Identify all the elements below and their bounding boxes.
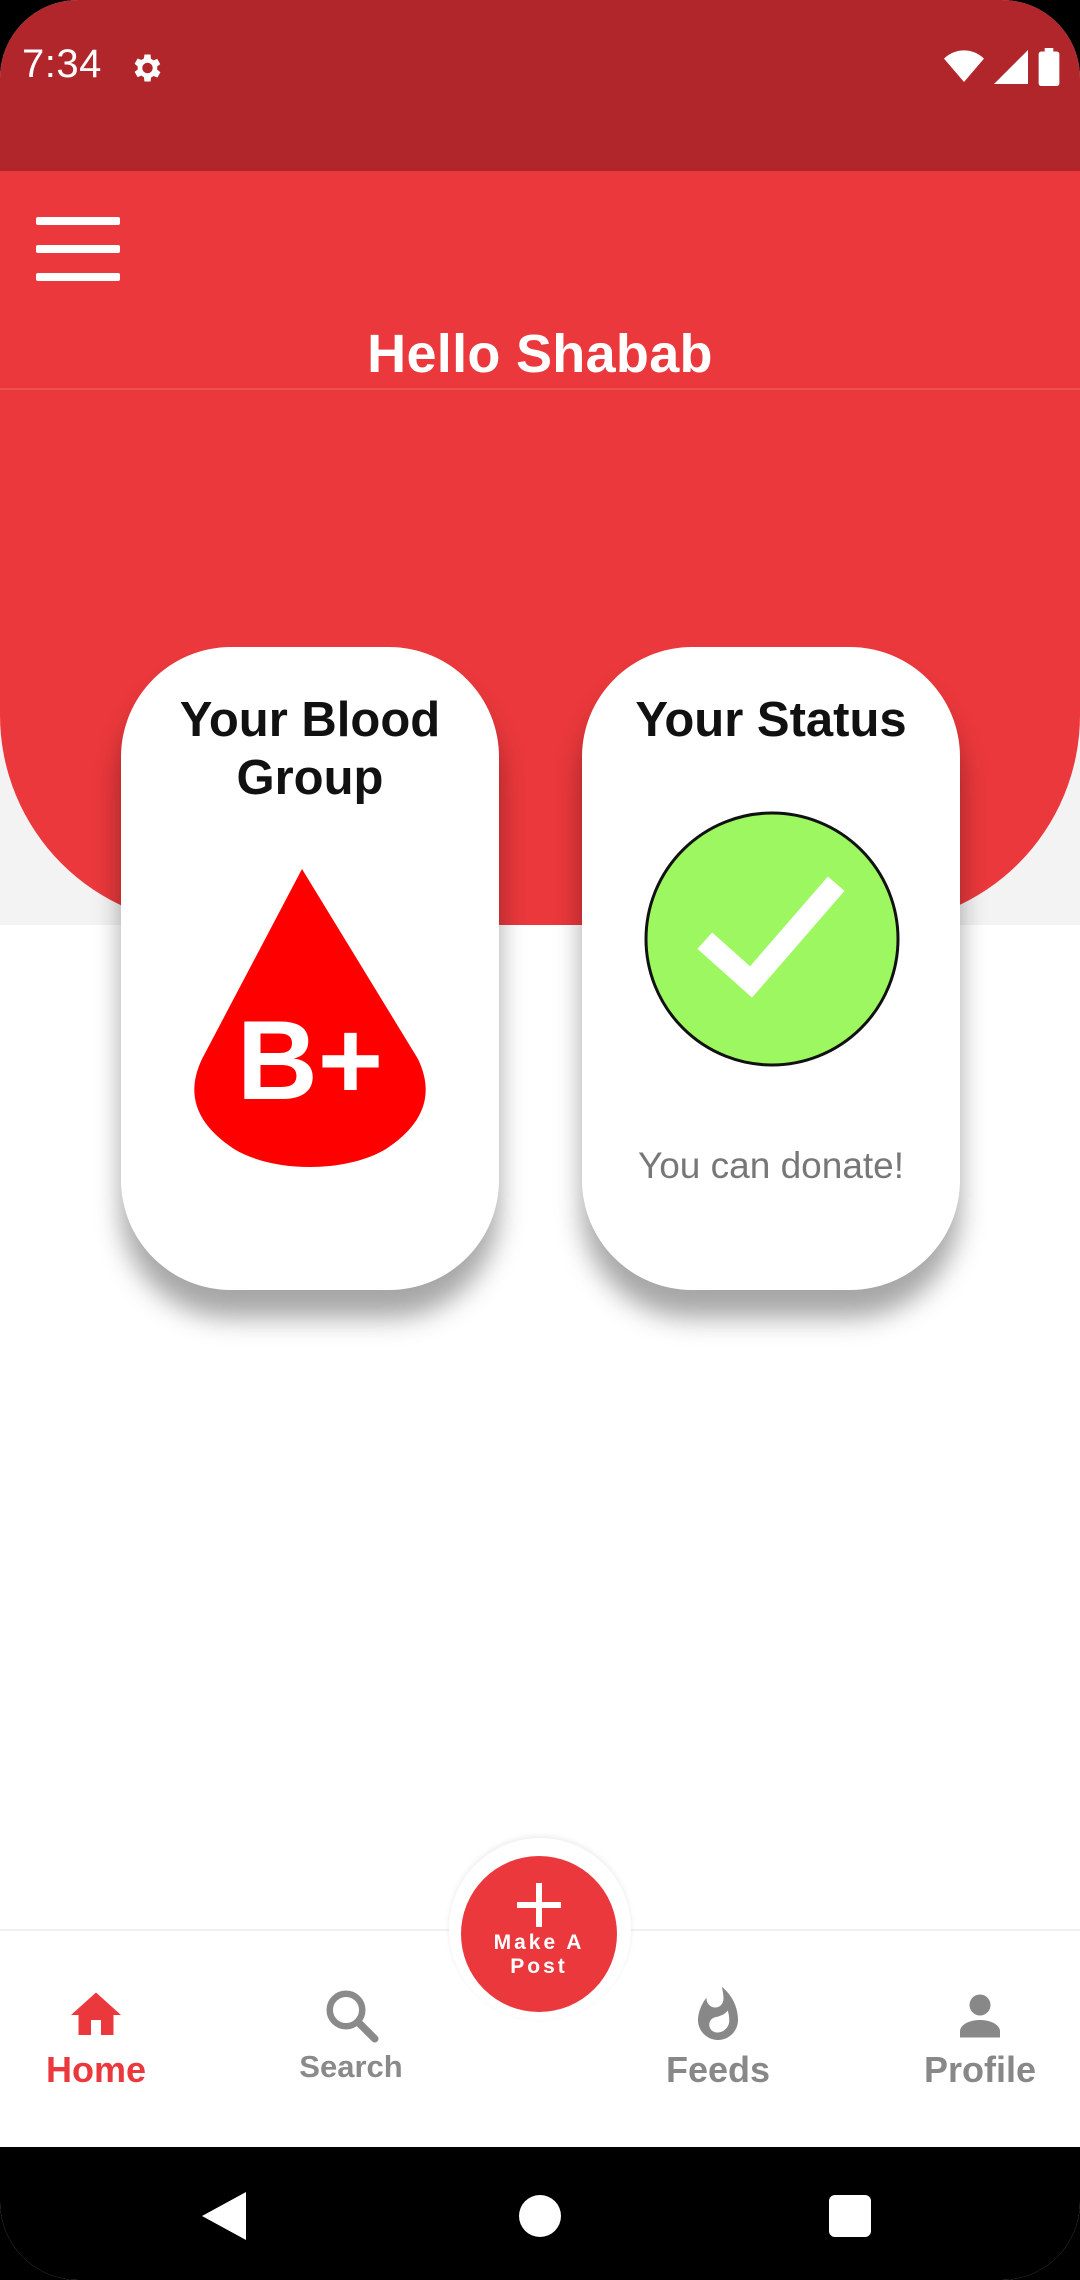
phone-screen: 7:34 Hello Shabab Your Blood Group B+ Yo…: [0, 0, 1080, 2280]
greeting-title: Hello Shabab: [367, 324, 713, 384]
status-time: 7:34: [22, 42, 102, 86]
wifi-icon: [944, 50, 984, 82]
recent-apps-icon[interactable]: [829, 2195, 871, 2237]
nav-item-search[interactable]: Search: [251, 1985, 451, 2085]
cell-signal-icon: [994, 50, 1028, 84]
plus-icon: [517, 1883, 561, 1927]
nav-item-profile[interactable]: Profile: [880, 1985, 1080, 2091]
status-title: Your Status: [635, 693, 907, 747]
settings-gear-icon: [134, 54, 161, 82]
nav-label-profile: Profile: [923, 2049, 1037, 2090]
nav-label-search: Search: [299, 2049, 403, 2084]
make-a-post-label: Make A Post: [493, 1931, 585, 1978]
nav-item-home[interactable]: Home: [0, 1985, 196, 2091]
status-card[interactable]: Your Status You can donate!: [582, 647, 960, 1290]
nav-label-home: Home: [45, 2049, 147, 2090]
status-icons: [944, 48, 1060, 86]
person-icon: [960, 1994, 1000, 2038]
nav-label-feeds: Feeds: [665, 2049, 771, 2090]
blood-group-title: Your Blood Group: [179, 693, 441, 805]
nav-item-feeds[interactable]: Feeds: [618, 1985, 818, 2091]
back-icon[interactable]: [202, 2192, 246, 2240]
status-bar: 7:34: [0, 0, 1080, 171]
make-a-post-button[interactable]: Make A Post: [461, 1856, 617, 2012]
search-icon: [326, 1990, 379, 2043]
blood-group-value: B+: [237, 998, 383, 1123]
fire-icon: [698, 1986, 738, 2040]
blood-group-card[interactable]: Your Blood Group B+: [121, 647, 499, 1290]
blood-drop-icon: B+: [194, 869, 426, 1167]
donation-status-message: You can donate!: [637, 1145, 905, 1186]
home-icon: [71, 1992, 121, 2035]
battery-icon: [1038, 48, 1060, 86]
header-divider: [0, 388, 1080, 390]
system-navigation-bar: [0, 2147, 1080, 2280]
home-circle-icon[interactable]: [519, 2195, 561, 2237]
hamburger-menu-icon[interactable]: [36, 217, 120, 281]
checkmark-icon: [644, 811, 900, 1067]
